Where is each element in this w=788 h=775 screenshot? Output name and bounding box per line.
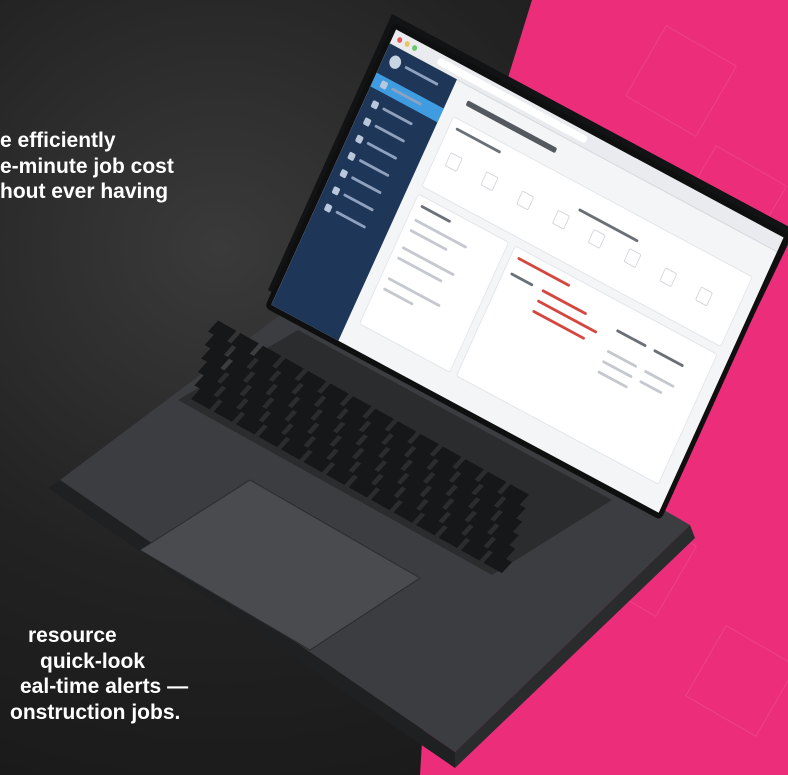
status-step	[516, 190, 535, 211]
sidebar-item-label	[382, 107, 413, 126]
sidebar-item-label	[343, 193, 374, 212]
documents-icon	[347, 151, 357, 162]
help-icon	[323, 202, 333, 214]
jobs-icon	[370, 99, 380, 110]
maximize-dot-icon	[411, 44, 419, 52]
status-step	[480, 171, 499, 192]
status-step	[623, 247, 642, 269]
minimize-dot-icon	[403, 40, 411, 48]
detail-line	[396, 256, 443, 283]
alert-item	[541, 288, 588, 316]
sidebar-item-label	[358, 158, 390, 178]
avatar[interactable]	[387, 53, 404, 72]
calendar-icon	[339, 168, 349, 179]
status-step	[551, 209, 571, 230]
table-header	[615, 328, 647, 348]
users-icon	[362, 116, 372, 128]
sidebar-item-label	[335, 210, 367, 229]
status-step	[659, 267, 678, 288]
sidebar-item-label	[366, 141, 398, 161]
panel-subheading	[578, 208, 639, 243]
user-name	[404, 65, 439, 86]
sidebar-item-label	[350, 175, 382, 195]
panel-heading	[455, 127, 502, 154]
panel-heading	[420, 204, 452, 224]
alert-column-label	[510, 272, 534, 287]
sidebar-item-label	[374, 124, 406, 143]
status-step	[444, 151, 463, 173]
close-dot-icon	[396, 36, 404, 44]
status-step	[694, 286, 714, 307]
detail-line	[387, 276, 441, 308]
status-step	[587, 228, 606, 249]
promo-stage: e efficiently e-minute job cost hout eve…	[0, 0, 788, 775]
settings-icon	[331, 185, 341, 196]
table-cell	[639, 379, 663, 395]
dashboard-icon	[379, 80, 389, 91]
reports-icon	[354, 134, 364, 145]
table-header	[653, 348, 685, 368]
